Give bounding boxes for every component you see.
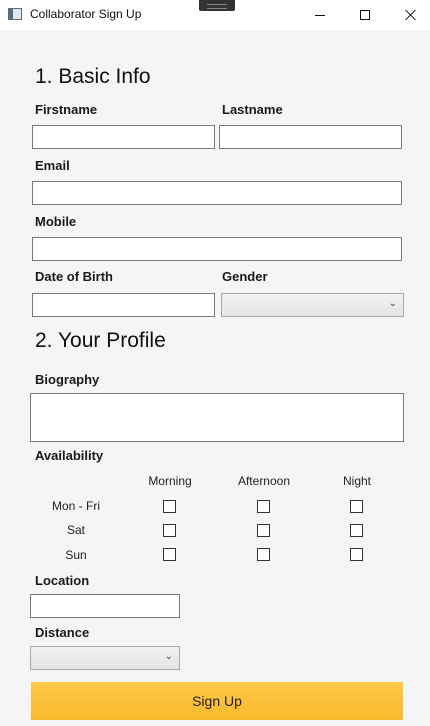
email-field[interactable] xyxy=(32,181,402,205)
checkbox-monfri-morning[interactable] xyxy=(163,500,176,513)
chevron-down-icon: ⌄ xyxy=(164,651,173,662)
distance-select[interactable]: ⌄ xyxy=(30,646,180,670)
section-basic-info-heading: 1. Basic Info xyxy=(35,65,151,88)
minimize-button[interactable] xyxy=(297,0,343,30)
location-label: Location xyxy=(35,573,90,588)
close-icon xyxy=(405,9,417,21)
maximize-button[interactable] xyxy=(342,0,388,30)
checkbox-sun-night[interactable] xyxy=(350,548,363,561)
gender-label: Gender xyxy=(222,269,268,284)
firstname-label: Firstname xyxy=(35,102,98,117)
email-label: Email xyxy=(35,158,70,173)
window-title: Collaborator Sign Up xyxy=(30,7,142,21)
lastname-label: Lastname xyxy=(222,102,283,117)
day-label-sun: Sun xyxy=(65,548,87,562)
checkbox-sun-afternoon[interactable] xyxy=(257,548,270,561)
title-bar: Collaborator Sign Up xyxy=(0,0,430,30)
sign-up-button[interactable]: Sign Up xyxy=(31,682,403,720)
chevron-down-icon: ⌄ xyxy=(388,298,397,309)
biography-textarea[interactable] xyxy=(30,393,404,442)
gender-select[interactable]: ⌄ xyxy=(221,293,404,317)
checkbox-sat-afternoon[interactable] xyxy=(257,524,270,537)
app-icon xyxy=(8,8,22,20)
dob-field[interactable] xyxy=(32,293,215,317)
availability-label: Availability xyxy=(35,448,104,463)
close-button[interactable] xyxy=(388,0,430,30)
day-label-sat: Sat xyxy=(66,523,85,537)
dob-label: Date of Birth xyxy=(35,269,113,284)
column-header-morning: Morning xyxy=(148,474,192,488)
mobile-label: Mobile xyxy=(35,214,77,229)
checkbox-sat-night[interactable] xyxy=(350,524,363,537)
checkbox-sat-morning[interactable] xyxy=(163,524,176,537)
distance-label: Distance xyxy=(35,625,90,640)
checkbox-monfri-night[interactable] xyxy=(350,500,363,513)
firstname-field[interactable] xyxy=(32,125,215,149)
biography-label: Biography xyxy=(35,372,100,387)
day-label-mon-fri: Mon - Fri xyxy=(52,499,100,513)
checkbox-monfri-afternoon[interactable] xyxy=(257,500,270,513)
location-field[interactable] xyxy=(30,594,180,618)
lastname-field[interactable] xyxy=(219,125,402,149)
minimize-icon xyxy=(315,14,325,16)
checkbox-sun-morning[interactable] xyxy=(163,548,176,561)
section-profile-heading: 2. Your Profile xyxy=(35,329,166,352)
column-header-afternoon: Afternoon xyxy=(237,474,291,488)
column-header-night: Night xyxy=(342,474,371,488)
drag-grip-handle[interactable] xyxy=(199,0,235,11)
mobile-field[interactable] xyxy=(32,237,402,261)
maximize-icon xyxy=(360,10,370,20)
